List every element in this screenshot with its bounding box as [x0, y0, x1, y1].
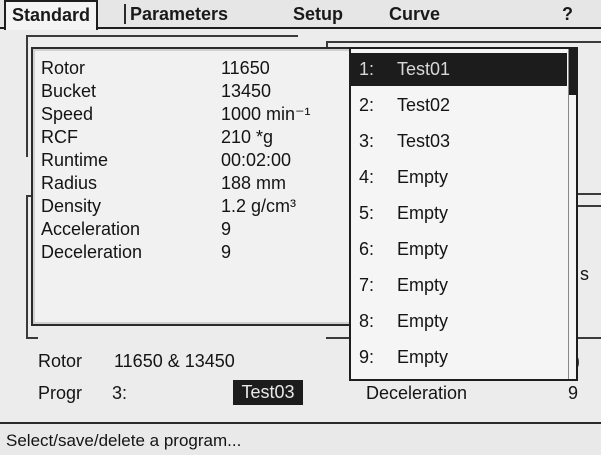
deceleration-label: Deceleration: [41, 242, 143, 262]
radius-value: 188 mm: [221, 173, 287, 193]
bottom-rotor-value: 11650 & 13450: [114, 351, 235, 371]
program-number: 7:: [359, 275, 375, 295]
status-message: Select/save/delete a program...: [6, 431, 242, 450]
density-value: 1.2 g/cm³: [221, 196, 297, 216]
program-item-2[interactable]: 2: Test02: [351, 89, 567, 122]
progr-number: 3:: [112, 383, 128, 403]
dropdown-scrollbar[interactable]: [568, 49, 576, 379]
tab-help[interactable]: ?: [562, 2, 573, 26]
program-item-9[interactable]: 9: Empty: [351, 341, 567, 374]
rcf-label: RCF: [41, 127, 78, 147]
program-item-3[interactable]: 3: Test03: [351, 125, 567, 158]
tab-curve[interactable]: Curve: [389, 2, 440, 26]
tab-divider: [124, 4, 126, 24]
tab-bar: Standard Parameters Setup Curve ?: [0, 0, 601, 30]
bucket-value: 13450: [221, 81, 272, 101]
program-name: Empty: [397, 275, 449, 295]
tab-standard[interactable]: Standard: [4, 0, 99, 30]
program-dropdown[interactable]: 1: Test01 2: Test02 3: Test03 4: Empty 5…: [349, 47, 578, 381]
status-bar: Select/save/delete a program...: [0, 422, 601, 455]
program-name: Test01: [397, 59, 451, 79]
program-number: 5:: [359, 203, 375, 223]
program-name: Empty: [397, 239, 449, 259]
program-name: Empty: [397, 167, 449, 187]
runtime-label: Runtime: [41, 150, 109, 170]
bottom-deceleration-label: Deceleration: [366, 383, 468, 403]
program-number: 3:: [359, 131, 375, 151]
program-number: 2:: [359, 95, 375, 115]
program-item-5[interactable]: 5: Empty: [351, 197, 567, 230]
tab-setup[interactable]: Setup: [293, 2, 343, 26]
program-name: Empty: [397, 203, 449, 223]
run-data-panel: Rotor 11650 Bucket 13450 Speed 1000 min⁻…: [31, 47, 353, 326]
tab-parameters[interactable]: Parameters: [130, 2, 228, 26]
acceleration-value: 9: [221, 219, 232, 239]
program-name: Test02: [397, 95, 451, 115]
partial-label-s: s: [580, 264, 589, 284]
rotor-label: Rotor: [41, 58, 86, 78]
program-item-1[interactable]: 1: Test01: [351, 53, 567, 86]
program-number: 4:: [359, 167, 375, 187]
progr-label: Progr: [38, 383, 83, 403]
density-label: Density: [41, 196, 102, 216]
program-item-7[interactable]: 7: Empty: [351, 269, 567, 302]
bottom-deceleration-value: 9: [568, 383, 579, 403]
program-number: 8:: [359, 311, 375, 331]
bottom-rotor-label: Rotor: [38, 351, 83, 371]
selected-program-field[interactable]: Test03: [233, 380, 303, 405]
acceleration-label: Acceleration: [41, 219, 141, 239]
program-name: Empty: [397, 347, 449, 367]
program-item-6[interactable]: 6: Empty: [351, 233, 567, 266]
speed-value: 1000 min⁻¹: [221, 104, 311, 124]
speed-label: Speed: [41, 104, 94, 124]
radius-label: Radius: [41, 173, 98, 193]
rcf-value: 210 *g: [221, 127, 274, 147]
program-item-4[interactable]: 4: Empty: [351, 161, 567, 194]
program-number: 6:: [359, 239, 375, 259]
centrifuge-screen: Standard Parameters Setup Curve ? s Roto…: [0, 0, 601, 455]
program-name: Test03: [397, 131, 451, 151]
program-number: 9:: [359, 347, 375, 367]
deceleration-value: 9: [221, 242, 232, 262]
program-item-8[interactable]: 8: Empty: [351, 305, 567, 338]
program-number: 1:: [359, 59, 375, 79]
runtime-value: 00:02:00: [221, 150, 292, 170]
bucket-label: Bucket: [41, 81, 97, 101]
program-name: Empty: [397, 311, 449, 331]
rotor-value: 11650: [221, 58, 270, 78]
scrollbar-thumb[interactable]: [569, 49, 576, 95]
